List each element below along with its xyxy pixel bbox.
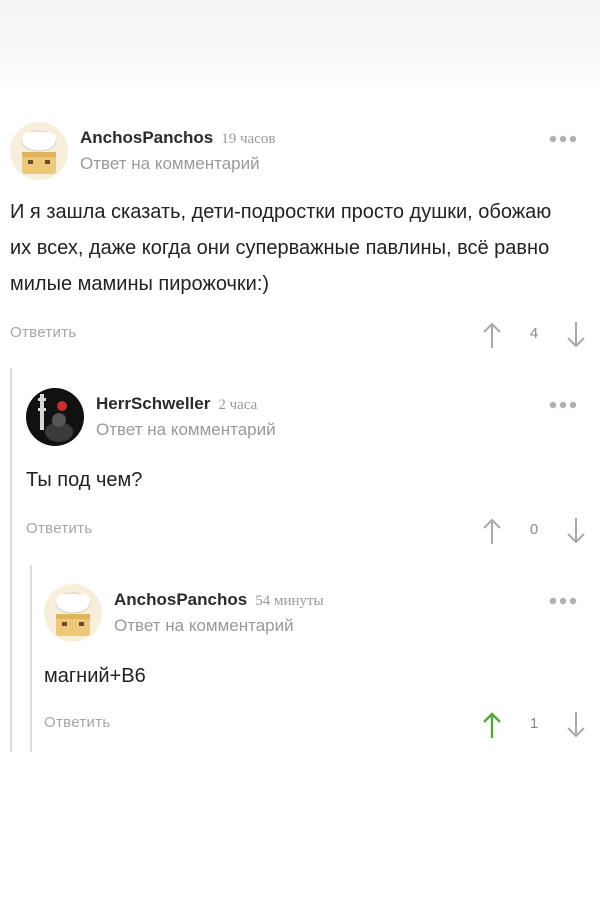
comment-footer: Ответить 4 <box>10 320 586 350</box>
more-options-icon[interactable] <box>548 134 578 144</box>
dark-figure-icon <box>26 388 84 446</box>
reply-to-label[interactable]: Ответ на комментарий <box>80 154 260 174</box>
score: 4 <box>529 325 539 342</box>
avatar[interactable] <box>26 388 84 446</box>
reply-button[interactable]: Ответить <box>10 324 77 341</box>
upvote-arrow-icon[interactable] <box>482 516 502 546</box>
reply-button[interactable]: Ответить <box>44 714 111 731</box>
downvote-arrow-icon[interactable] <box>566 320 586 350</box>
comment-header: AnchosPanchos 54 минуты Ответ на коммента… <box>44 584 578 644</box>
reply-to-label[interactable]: Ответ на комментарий <box>96 420 276 440</box>
comment-header: AnchosPanchos 19 часов Ответ на комментар… <box>10 122 578 182</box>
author-name[interactable]: HerrSchweller <box>96 394 210 413</box>
comment-author[interactable]: AnchosPanchos 19 часов <box>80 128 275 148</box>
comment: HerrSchweller 2 часа Ответ на комментарий… <box>26 388 585 544</box>
author-name[interactable]: AnchosPanchos <box>80 128 213 147</box>
thread-line <box>30 565 32 752</box>
comment: AnchosPanchos 54 минуты Ответ на коммента… <box>44 584 585 738</box>
comment: AnchosPanchos 19 часов Ответ на комментар… <box>10 122 585 348</box>
top-fade <box>0 0 600 95</box>
upvote-arrow-icon[interactable] <box>482 710 502 740</box>
vote-controls: 4 <box>482 320 586 350</box>
comment-time: 54 минуты <box>255 593 324 609</box>
chef-cake-icon <box>10 122 68 180</box>
comment-text: Ты под чем? <box>26 469 143 491</box>
vote-controls: 1 <box>482 710 586 740</box>
comment-time: 19 часов <box>221 131 276 147</box>
comment-text: магний+B6 <box>44 665 146 687</box>
more-options-icon[interactable] <box>548 400 578 410</box>
upvote-arrow-icon[interactable] <box>482 320 502 350</box>
comment-text: И я зашла сказать, дети-подростки просто… <box>10 201 552 295</box>
downvote-arrow-icon[interactable] <box>566 710 586 740</box>
reply-button[interactable]: Ответить <box>26 520 93 537</box>
score: 0 <box>529 521 539 538</box>
comment-author[interactable]: AnchosPanchos 54 минуты <box>114 590 324 610</box>
comment-footer: Ответить 1 <box>44 710 586 740</box>
avatar[interactable] <box>44 584 102 642</box>
reply-to-label[interactable]: Ответ на комментарий <box>114 616 294 636</box>
score: 1 <box>529 715 539 732</box>
more-options-icon[interactable] <box>548 596 578 606</box>
comment-time: 2 часа <box>218 397 258 413</box>
comment-header: HerrSchweller 2 часа Ответ на комментарий <box>26 388 578 448</box>
vote-controls: 0 <box>482 516 586 546</box>
thread-line <box>10 368 12 752</box>
author-name[interactable]: AnchosPanchos <box>114 590 247 609</box>
avatar[interactable] <box>10 122 68 180</box>
comment-author[interactable]: HerrSchweller 2 часа <box>96 394 257 414</box>
downvote-arrow-icon[interactable] <box>566 516 586 546</box>
chef-cake-icon <box>44 584 102 642</box>
comment-footer: Ответить 0 <box>26 516 586 546</box>
